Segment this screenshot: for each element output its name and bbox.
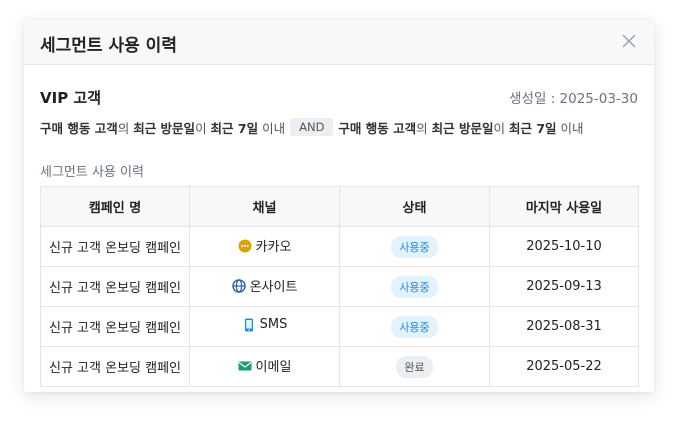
close-button[interactable] — [621, 33, 637, 49]
campaign-name: 신규 고객 온보딩 캠페인 — [40, 346, 190, 387]
condition-text: 의 — [117, 120, 134, 136]
channel-label: 온사이트 — [249, 280, 298, 296]
status-badge: 사용중 — [391, 315, 438, 338]
condition-left: 구매 행동 고객의 최근 방문일이 최근 7일 이내 — [40, 118, 285, 137]
history-table: 캠페인 명 채널 상태 마지막 사용일 신규 고객 온보딩 캠페인 카카오 사용… — [40, 186, 639, 387]
channel-label: 카카오 — [255, 240, 292, 256]
segment-history-modal: 세그먼트 사용 이력 VIP 고객 생성일 : 2025-03-30 구매 행동… — [24, 19, 654, 392]
column-header-status: 상태 — [339, 186, 490, 227]
table-row[interactable]: 신규 고객 온보딩 캠페인 카카오 사용중 2025-10-10 — [40, 226, 639, 267]
campaign-name: 신규 고객 온보딩 캠페인 — [40, 266, 190, 307]
condition-text: 이 — [195, 120, 211, 136]
table-row[interactable]: 신규 고객 온보딩 캠페인 온사이트 사용중 2025-09-13 — [40, 266, 639, 307]
channel-label: 이메일 — [255, 360, 292, 376]
condition-text: 구매 행동 고객 — [40, 120, 118, 136]
campaign-name: 신규 고객 온보딩 캠페인 — [40, 226, 190, 267]
close-icon — [622, 34, 636, 48]
modal-header: 세그먼트 사용 이력 — [24, 19, 654, 65]
condition-text: 최근 7일 — [508, 120, 557, 136]
condition-text: 이 — [493, 120, 509, 136]
condition-right: 구매 행동 고객의 최근 방문일이 최근 7일 이내 — [338, 118, 583, 137]
condition-text: 최근 방문일 — [431, 120, 494, 136]
status-cell: 사용중 — [339, 306, 490, 347]
status-cell: 완료 — [339, 346, 490, 387]
kakao-icon — [238, 239, 252, 253]
channel-cell: 카카오 — [189, 226, 340, 267]
last-used-date: 2025-10-10 — [489, 226, 639, 267]
and-operator-badge: AND — [290, 118, 334, 136]
channel-label: SMS — [259, 317, 288, 333]
segment-name: VIP 고객 — [40, 89, 102, 107]
condition-text: 최근 방문일 — [133, 120, 196, 136]
table-row[interactable]: 신규 고객 온보딩 캠페인 이메일 완료 2025-05-22 — [40, 346, 639, 387]
channel-cell: SMS — [189, 306, 340, 347]
channel: 온사이트 — [231, 276, 298, 296]
modal-body: VIP 고객 생성일 : 2025-03-30 구매 행동 고객의 최근 방문일… — [24, 85, 654, 387]
segment-condition: 구매 행동 고객의 최근 방문일이 최근 7일 이내 AND 구매 행동 고객의… — [40, 115, 638, 139]
section-label: 세그먼트 사용 이력 — [40, 165, 144, 180]
last-used-date: 2025-08-31 — [489, 306, 639, 347]
status-badge: 사용중 — [391, 235, 438, 258]
condition-text: 이내 — [556, 120, 584, 136]
table-row[interactable]: 신규 고객 온보딩 캠페인 SMS 사용중 2025-08-31 — [40, 306, 639, 347]
column-header-last-used: 마지막 사용일 — [489, 186, 639, 227]
channel: 이메일 — [238, 356, 292, 376]
column-header-channel: 채널 — [189, 186, 340, 227]
channel: SMS — [242, 317, 288, 333]
status-cell: 사용중 — [339, 266, 490, 307]
condition-text: 최근 7일 — [210, 120, 259, 136]
channel: 카카오 — [238, 236, 292, 256]
column-header-campaign: 캠페인 명 — [40, 186, 190, 227]
modal-title: 세그먼트 사용 이력 — [40, 36, 177, 56]
globe-icon — [231, 279, 246, 293]
segment-summary: VIP 고객 생성일 : 2025-03-30 — [40, 85, 638, 115]
campaign-name: 신규 고객 온보딩 캠페인 — [40, 306, 190, 347]
channel-cell: 온사이트 — [189, 266, 340, 307]
condition-text: 구매 행동 고객 — [338, 120, 417, 136]
status-cell: 사용중 — [339, 226, 490, 267]
mobile-icon — [242, 318, 256, 332]
mail-icon — [238, 359, 252, 373]
status-badge: 사용중 — [391, 275, 438, 298]
last-used-date: 2025-09-13 — [489, 266, 639, 307]
created-date: 생성일 : 2025-03-30 — [509, 91, 638, 107]
last-used-date: 2025-05-22 — [489, 346, 639, 387]
status-badge: 완료 — [396, 355, 433, 378]
channel-cell: 이메일 — [189, 346, 340, 387]
condition-text: 의 — [416, 120, 432, 136]
table-header-row: 캠페인 명 채널 상태 마지막 사용일 — [40, 186, 639, 227]
condition-text: 이내 — [258, 120, 286, 136]
